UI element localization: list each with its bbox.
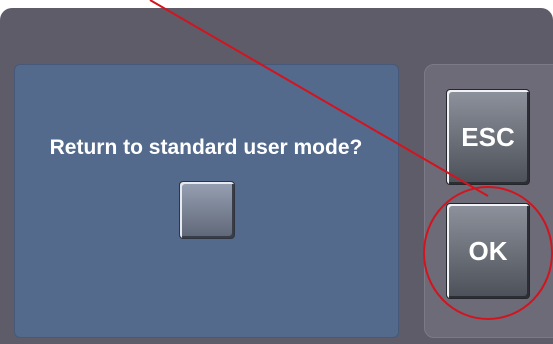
annotation-highlight-circle: [423, 186, 553, 320]
annotation-overlay: [149, 0, 553, 320]
annotation-arrow-line: [149, 0, 489, 197]
